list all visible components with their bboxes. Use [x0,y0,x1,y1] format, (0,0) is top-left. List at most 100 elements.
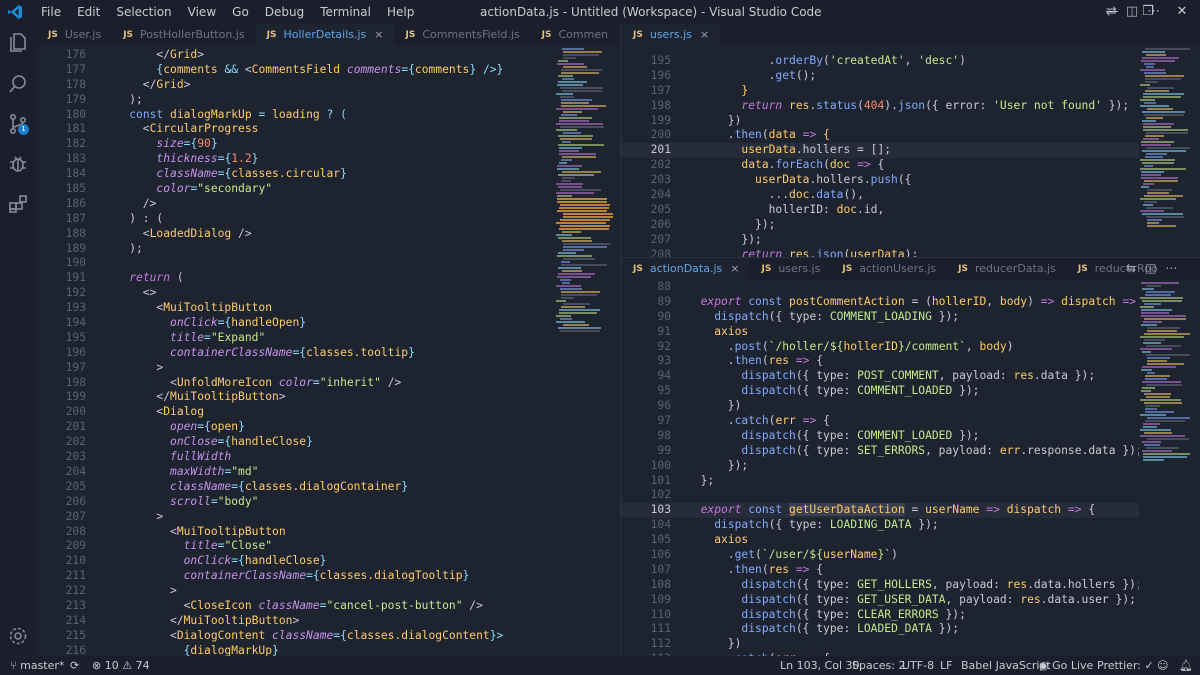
indentation-status[interactable]: Spaces: 2 [852,656,905,675]
code-token: , payload: [945,592,1021,606]
more-actions-icon[interactable]: ⋯ [1147,4,1160,19]
line-number: 187 [65,211,86,225]
editor-tab[interactable]: JS User.js [36,24,111,46]
minimap-line [557,168,579,170]
minimap-line [1144,303,1161,305]
code-line: 200 .then(data => { [621,128,1139,143]
code-token: className [258,598,320,612]
minimap-line [1143,96,1181,98]
go-live-status[interactable]: ◉ Go Live [1039,656,1093,675]
minimap-line [1145,156,1163,158]
code-token: dispatch [741,369,796,383]
more-actions-bottom-icon[interactable]: ⋯ [1165,261,1177,275]
code-token: MuiTooltipButton [170,390,279,404]
code-token: userName [823,548,878,562]
branch-status[interactable]: ⑂ master* [10,656,64,675]
close-window-button[interactable]: ✕ [1162,0,1200,24]
code-token: }); [952,428,980,442]
split-editor-icon[interactable]: ◫ [1126,4,1138,19]
code-line: 197 > [36,361,554,376]
code-token: < [102,375,177,389]
code-token: ({ type: [795,443,858,457]
editor-tab[interactable]: JS actionUsers.js [830,258,946,280]
code-token: .data.hollers }); [1027,577,1139,591]
code-token: .data }); [1033,369,1096,383]
code-token: dispatch [741,577,796,591]
code-token: ({ type: [795,428,858,442]
right-bottom-code-editor[interactable]: 88 89 export const postCommentAction = (h… [621,280,1139,656]
language-mode[interactable]: Babel JavaScript [961,656,1051,675]
editor-tab[interactable]: JS users.js [749,258,830,280]
editor-tab[interactable]: JS PostHollerButton.js [111,24,254,46]
line-number: 214 [65,613,86,627]
menu-view[interactable]: View [180,0,224,24]
editor-tab[interactable]: JS CommentsField.js [394,24,530,46]
code-token: 90 [197,137,211,151]
extensions-icon[interactable] [6,192,30,216]
menu-selection[interactable]: Selection [108,0,179,24]
feedback-icon[interactable]: ☺ [1157,656,1168,675]
code-token: body [999,294,1028,308]
menu-terminal[interactable]: Terminal [312,0,379,24]
debug-icon[interactable] [6,152,30,176]
close-tab-icon[interactable]: × [730,258,739,280]
minimap-line [1141,282,1179,284]
code-line: 98 dispatch({ type: COMMENT_LOADED }); [621,429,1139,444]
right-top-code-editor[interactable]: 195 .orderBy('createdAt', 'desc') 196 .ge… [621,54,1139,257]
code-token: ( [857,98,864,112]
minimap-line [1145,408,1157,410]
menu-help[interactable]: Help [379,0,422,24]
code-token: ( [761,562,769,576]
right-bottom-minimap[interactable] [1140,282,1190,656]
close-tab-icon[interactable]: × [374,24,383,46]
code-line: 191 return ( [36,271,554,286]
code-line: 104 dispatch({ type: LOADING_DATA }); [621,518,1139,533]
split-editor-bottom-icon[interactable]: ◫ [1145,261,1156,275]
settings-gear-icon[interactable] [6,624,30,648]
code-token: 'desc' [918,54,960,67]
minimap-line [1146,354,1190,356]
menu-go[interactable]: Go [224,0,257,24]
editor-tab[interactable]: JS users.js × [621,24,720,46]
code-token: ={ [401,62,415,76]
left-code-editor[interactable]: 176 </Grid> 177 {comments && <CommentsFie… [36,48,554,656]
menu-debug[interactable]: Debug [257,0,312,24]
menu-edit[interactable]: Edit [69,0,108,24]
code-token: CLEAR_ERRORS [857,607,939,621]
minimap-line [562,48,584,50]
left-minimap[interactable] [556,48,616,656]
minimap-line [1141,312,1169,314]
code-token: hollerID: [687,202,837,216]
explorer-icon[interactable] [6,30,30,54]
menu-file[interactable]: File [33,0,69,24]
eol-status[interactable]: LF [940,656,952,675]
prettier-status[interactable]: Prettier: ✓ [1097,656,1154,675]
line-number: 200 [650,128,671,142]
minimap-line [1140,429,1171,431]
editor-tab[interactable]: JS Commen [530,24,618,46]
code-token: color [278,375,313,389]
code-token: ( [176,271,184,285]
minimap-line [1145,294,1171,296]
code-token: json [816,247,844,257]
minimap-line [556,300,566,302]
search-icon[interactable] [6,72,30,96]
editor-tab[interactable]: JS reducerData.js [946,258,1066,280]
code-token: className [156,167,218,181]
open-changes-icon[interactable]: ⇄ [1106,4,1117,19]
problems-status[interactable]: ⊗ 10 ⚠ 74 [92,656,150,675]
sync-icon[interactable]: ⟳ [70,656,79,675]
right-top-minimap[interactable] [1140,48,1190,256]
code-token: dispatch [1006,503,1068,517]
encoding-status[interactable]: UTF-8 [902,656,934,675]
editor-tab[interactable]: JS actionData.js × [621,258,750,280]
editor-tab[interactable]: JS HollerDetails.js × [254,24,394,46]
cursor-position[interactable]: Ln 103, Col 30 [780,656,860,675]
notifications-icon[interactable]: 🔔︎ [1179,656,1193,675]
close-tab-icon[interactable]: × [700,24,709,46]
compare-icon[interactable]: ⇆ [1126,261,1136,275]
line-number: 215 [65,628,86,642]
